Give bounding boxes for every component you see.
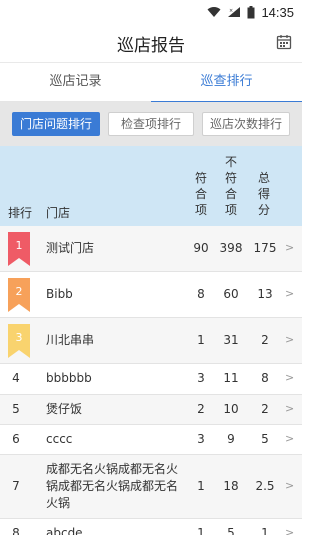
rank-number: 5 <box>12 402 20 416</box>
app-header: 巡店报告 <box>0 24 302 62</box>
status-bar: × 14:35 <box>0 0 302 24</box>
chevron-right-icon: > <box>285 432 295 445</box>
rank-medal-icon: 3 <box>8 324 30 358</box>
total-score: 175 <box>253 241 277 255</box>
total-score: 5 <box>261 432 269 446</box>
tab-patrol-records[interactable]: 巡店记录 <box>0 63 151 102</box>
header-rank: 排行 <box>8 206 33 220</box>
compliant-count: 1 <box>197 526 205 535</box>
store-name: 测试门店 <box>46 241 95 255</box>
chevron-right-icon: > <box>285 526 295 535</box>
status-time: 14:35 <box>261 4 294 20</box>
rank-number: 4 <box>12 371 20 385</box>
tab-patrol-ranking[interactable]: 巡查排行 <box>151 63 302 102</box>
table-row[interactable]: 6 cccc 3 9 5 > <box>0 425 302 455</box>
total-score: 8 <box>261 371 269 385</box>
calendar-icon[interactable] <box>276 34 292 54</box>
noncompliant-count: 9 <box>227 432 235 446</box>
compliant-count: 8 <box>197 287 205 301</box>
total-score: 2.5 <box>255 479 275 493</box>
filter-bar: 门店问题排行 检查项排行 巡店次数排行 <box>0 102 302 146</box>
rank-medal-icon: 2 <box>8 278 30 312</box>
table-row[interactable]: 1 测试门店 90 398 175 > <box>0 226 302 272</box>
noncompliant-count: 10 <box>223 402 239 416</box>
noncompliant-count: 60 <box>223 287 239 301</box>
noncompliant-count: 11 <box>223 371 239 385</box>
store-name: abcde <box>46 526 83 535</box>
header-noncompliant: 不符合项 <box>224 155 237 217</box>
compliant-count: 1 <box>197 333 205 347</box>
store-name: cccc <box>46 432 73 446</box>
noncompliant-count: 18 <box>223 479 239 493</box>
header-store: 门店 <box>46 206 71 220</box>
store-name: 成都无名火锅成都无名火锅成都无名火锅成都无名火锅 <box>46 462 179 510</box>
store-name: Bibb <box>46 287 73 301</box>
noncompliant-count: 398 <box>219 241 243 255</box>
header-compliant: 符合项 <box>194 171 207 217</box>
rank-number: 8 <box>12 526 20 535</box>
compliant-count: 3 <box>197 432 205 446</box>
svg-text:×: × <box>229 8 233 14</box>
chevron-right-icon: > <box>285 371 295 384</box>
noncompliant-count: 5 <box>227 526 235 535</box>
store-issue-ranking-button[interactable]: 门店问题排行 <box>12 112 100 136</box>
total-score: 13 <box>257 287 273 301</box>
store-name: 煲仔饭 <box>46 402 83 416</box>
table-row[interactable]: 5 煲仔饭 2 10 2 > <box>0 395 302 425</box>
table-row[interactable]: 7 成都无名火锅成都无名火锅成都无名火锅成都无名火锅 1 18 2.5 > <box>0 455 302 519</box>
table-row[interactable]: 4 bbbbbb 3 11 8 > <box>0 364 302 395</box>
chevron-right-icon: > <box>285 241 295 254</box>
chevron-right-icon: > <box>285 402 295 415</box>
table-header: 排行 门店 符合项 不符合项 总得分 <box>0 146 302 226</box>
store-name: 川北串串 <box>46 333 95 347</box>
rank-number: 7 <box>12 479 20 493</box>
chevron-right-icon: > <box>285 333 295 346</box>
compliant-count: 90 <box>193 241 209 255</box>
compliant-count: 1 <box>197 479 205 493</box>
total-score: 2 <box>261 333 269 347</box>
total-score: 1 <box>261 526 269 535</box>
tab-bar: 巡店记录 巡查排行 <box>0 62 302 103</box>
table-row[interactable]: 2 Bibb 8 60 13 > <box>0 272 302 318</box>
store-name: bbbbbb <box>46 371 92 385</box>
table-row[interactable]: 8 abcde 1 5 1 > <box>0 519 302 535</box>
header-total-score: 总得分 <box>257 171 270 217</box>
table-row[interactable]: 3 川北串串 1 31 2 > <box>0 318 302 364</box>
battery-icon <box>247 5 255 19</box>
patrol-count-ranking-button[interactable]: 巡店次数排行 <box>202 112 290 136</box>
check-item-ranking-button[interactable]: 检查项排行 <box>108 112 194 136</box>
compliant-count: 2 <box>197 402 205 416</box>
total-score: 2 <box>261 402 269 416</box>
compliant-count: 3 <box>197 371 205 385</box>
chevron-right-icon: > <box>285 287 295 300</box>
wifi-icon <box>207 6 221 18</box>
rank-medal-icon: 1 <box>8 232 30 266</box>
page-title: 巡店报告 <box>117 36 185 56</box>
rank-number: 6 <box>12 432 20 446</box>
signal-icon: × <box>227 6 241 18</box>
chevron-right-icon: > <box>285 479 295 492</box>
noncompliant-count: 31 <box>223 333 239 347</box>
